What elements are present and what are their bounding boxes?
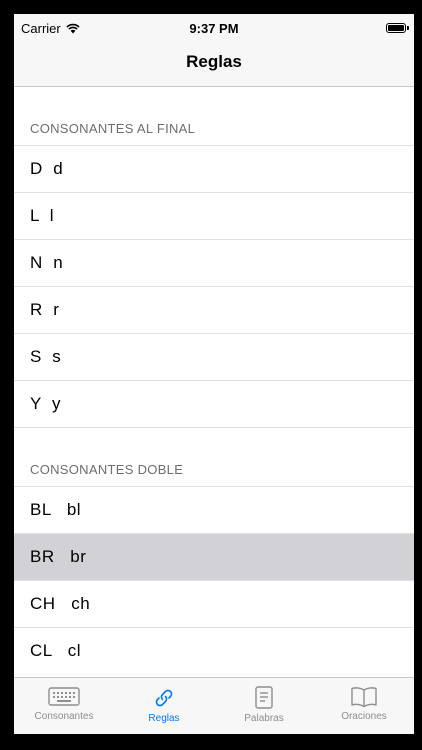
rules-table[interactable]: CONSONANTES AL FINAL D d L l N n R r S s… <box>14 87 414 677</box>
table-row[interactable]: N n <box>14 239 414 286</box>
table-row[interactable]: BL bl <box>14 486 414 533</box>
table-row-selected[interactable]: BR br <box>14 533 414 580</box>
tab-bar: Consonantes Reglas Palabras Oraciones <box>14 677 414 734</box>
row-label: Y y <box>30 394 61 413</box>
tab-oraciones[interactable]: Oraciones <box>314 678 414 734</box>
status-bar: Carrier 9:37 PM <box>14 14 414 42</box>
screen: Carrier 9:37 PM Reglas CONSONANTES AL FI… <box>14 14 414 734</box>
row-label: D d <box>30 159 64 178</box>
section-header-label: CONSONANTES AL FINAL <box>30 121 196 136</box>
table-row[interactable]: CL cl <box>14 627 414 674</box>
keyboard-icon <box>48 687 80 706</box>
battery-icon <box>386 23 409 33</box>
table-row[interactable]: CH ch <box>14 580 414 627</box>
table-row[interactable]: S s <box>14 333 414 380</box>
tab-label: Palabras <box>244 713 284 724</box>
tab-label: Reglas <box>148 713 180 724</box>
tab-consonantes[interactable]: Consonantes <box>14 678 114 734</box>
table-row[interactable]: Y y <box>14 380 414 427</box>
navigation-bar: Reglas <box>14 42 414 87</box>
tab-palabras[interactable]: Palabras <box>214 678 314 734</box>
tab-label: Consonantes <box>34 711 94 722</box>
table-row[interactable]: R r <box>14 286 414 333</box>
table-row[interactable]: L l <box>14 192 414 239</box>
book-icon <box>351 687 377 708</box>
document-icon <box>255 686 273 709</box>
row-label: R r <box>30 300 60 319</box>
row-label: BL bl <box>30 500 82 519</box>
row-label: S s <box>30 347 62 366</box>
device-frame: Carrier 9:37 PM Reglas CONSONANTES AL FI… <box>0 0 422 750</box>
section-header: CONSONANTES AL FINAL <box>14 87 414 145</box>
row-label: BR br <box>30 547 87 566</box>
row-label: CL cl <box>30 641 82 660</box>
tab-reglas[interactable]: Reglas <box>114 678 214 734</box>
table-row[interactable]: D d <box>14 145 414 192</box>
section-header: CONSONANTES DOBLE <box>14 427 414 486</box>
status-time: 9:37 PM <box>189 21 239 36</box>
row-label: N n <box>30 253 64 272</box>
row-label: CH ch <box>30 594 91 613</box>
page-title: Reglas <box>186 52 242 71</box>
tab-label: Oraciones <box>341 711 387 722</box>
section-header-label: CONSONANTES DOBLE <box>30 462 184 477</box>
row-label: L l <box>30 206 55 225</box>
link-icon <box>155 689 173 707</box>
